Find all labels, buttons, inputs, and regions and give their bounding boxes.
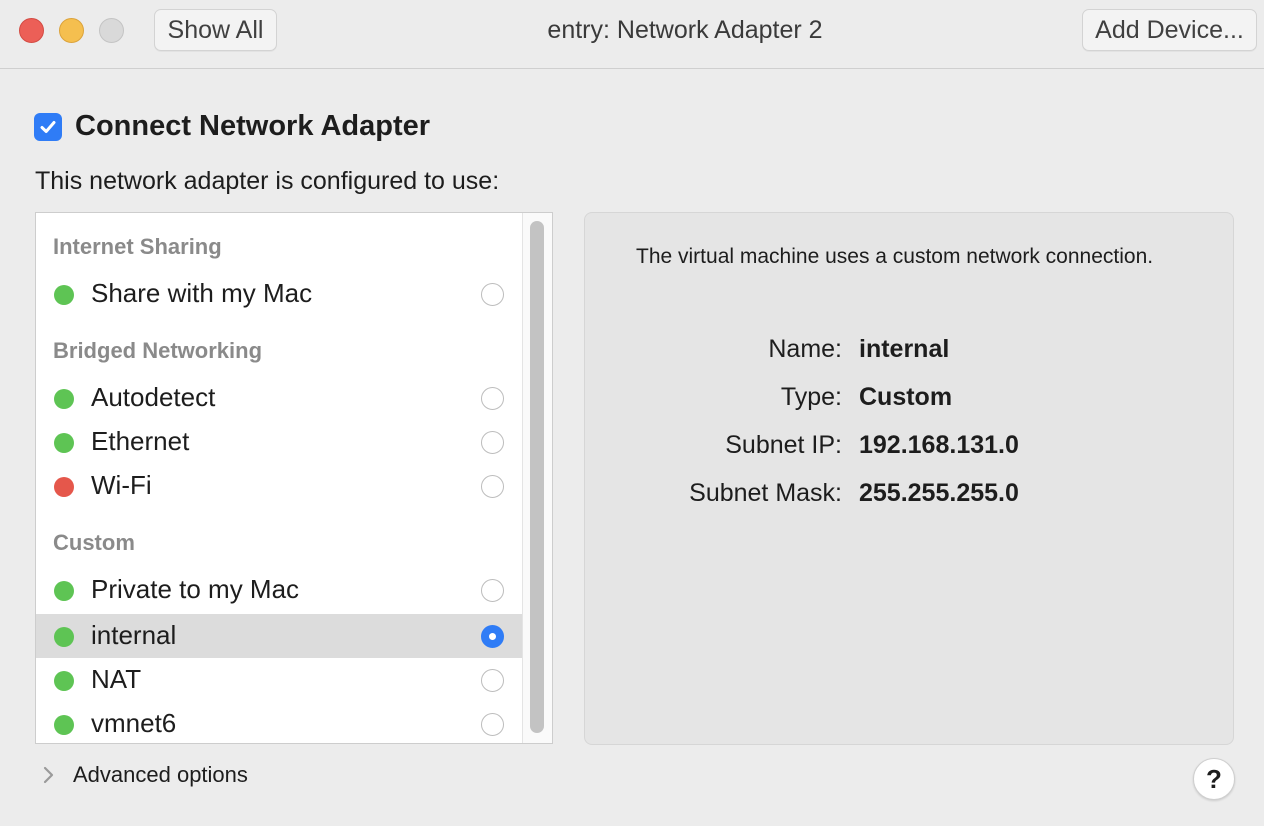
network-item-label: Private to my Mac [91,574,300,604]
configured-to-use-label: This network adapter is configured to us… [35,167,500,195]
network-radio-button[interactable] [481,579,504,602]
network-radio-button[interactable] [481,387,504,410]
network-list[interactable]: Internet Sharing Share with my Mac Bridg… [35,212,553,744]
network-details-panel: The virtual machine uses a custom networ… [584,212,1234,745]
network-item-label: Share with my Mac [91,278,313,308]
detail-row-type: Type: Custom [585,383,1235,415]
minimize-window-button[interactable] [59,18,84,43]
network-radio-button[interactable] [481,431,504,454]
network-radio-button[interactable] [481,713,504,736]
network-item-vmnet6[interactable]: vmnet6 [36,702,523,743]
status-green-icon [54,671,74,691]
zoom-window-button [99,18,124,43]
detail-key: Subnet Mask: [689,479,842,507]
chevron-right-icon[interactable] [40,764,58,786]
advanced-options-toggle[interactable]: Advanced options [73,762,248,788]
detail-row-subnet-mask: Subnet Mask: 255.255.255.0 [585,479,1235,511]
connect-network-adapter-checkbox[interactable] [34,113,62,141]
network-radio-button[interactable] [481,475,504,498]
network-item-label: Wi-Fi [91,470,152,500]
help-button[interactable]: ? [1193,758,1235,800]
list-scroll-thumb[interactable] [530,221,544,733]
status-green-icon [54,389,74,409]
detail-row-subnet-ip: Subnet IP: 192.168.131.0 [585,431,1235,463]
network-item-ethernet[interactable]: Ethernet [36,420,523,464]
show-all-button[interactable]: Show All [154,9,277,51]
status-green-icon [54,433,74,453]
network-item-label: internal [91,620,177,650]
network-radio-button[interactable] [481,669,504,692]
detail-row-name: Name: internal [585,335,1235,367]
detail-value: internal [859,335,950,363]
status-red-icon [54,477,74,497]
network-item-share-with-my-mac[interactable]: Share with my Mac [36,272,523,316]
title-bar: Show All entry: Network Adapter 2 Add De… [0,0,1264,69]
detail-value: 255.255.255.0 [859,479,1019,507]
network-radio-button[interactable] [481,283,504,306]
network-radio-button-selected[interactable] [481,625,504,648]
network-item-wifi[interactable]: Wi-Fi [36,464,523,508]
detail-key: Subnet IP: [725,431,842,459]
connect-network-adapter-label[interactable]: Connect Network Adapter [75,110,430,143]
network-item-autodetect[interactable]: Autodetect [36,376,523,420]
network-item-label: NAT [91,664,142,694]
detail-key: Type: [780,383,842,411]
network-item-label: Autodetect [91,382,216,412]
section-header-bridged-networking: Bridged Networking [53,338,263,363]
status-green-icon [54,285,74,305]
network-item-private-to-my-mac[interactable]: Private to my Mac [36,568,523,612]
status-green-icon [54,715,74,735]
network-item-label: Ethernet [91,426,190,456]
detail-key: Name: [768,335,842,363]
network-item-internal[interactable]: internal [36,614,523,658]
list-scrollbar[interactable] [522,213,552,743]
network-description: The virtual machine uses a custom networ… [636,245,1154,268]
detail-value: 192.168.131.0 [859,431,1019,459]
status-green-icon [54,581,74,601]
close-window-button[interactable] [19,18,44,43]
status-green-icon [54,627,74,647]
network-item-label: vmnet6 [91,708,177,738]
checkmark-icon [40,121,56,133]
section-header-custom: Custom [53,530,135,555]
detail-value: Custom [859,383,953,411]
network-item-nat[interactable]: NAT [36,658,523,702]
add-device-button[interactable]: Add Device... [1082,9,1257,51]
section-header-internet-sharing: Internet Sharing [53,234,222,259]
window-title: entry: Network Adapter 2 [547,16,823,44]
